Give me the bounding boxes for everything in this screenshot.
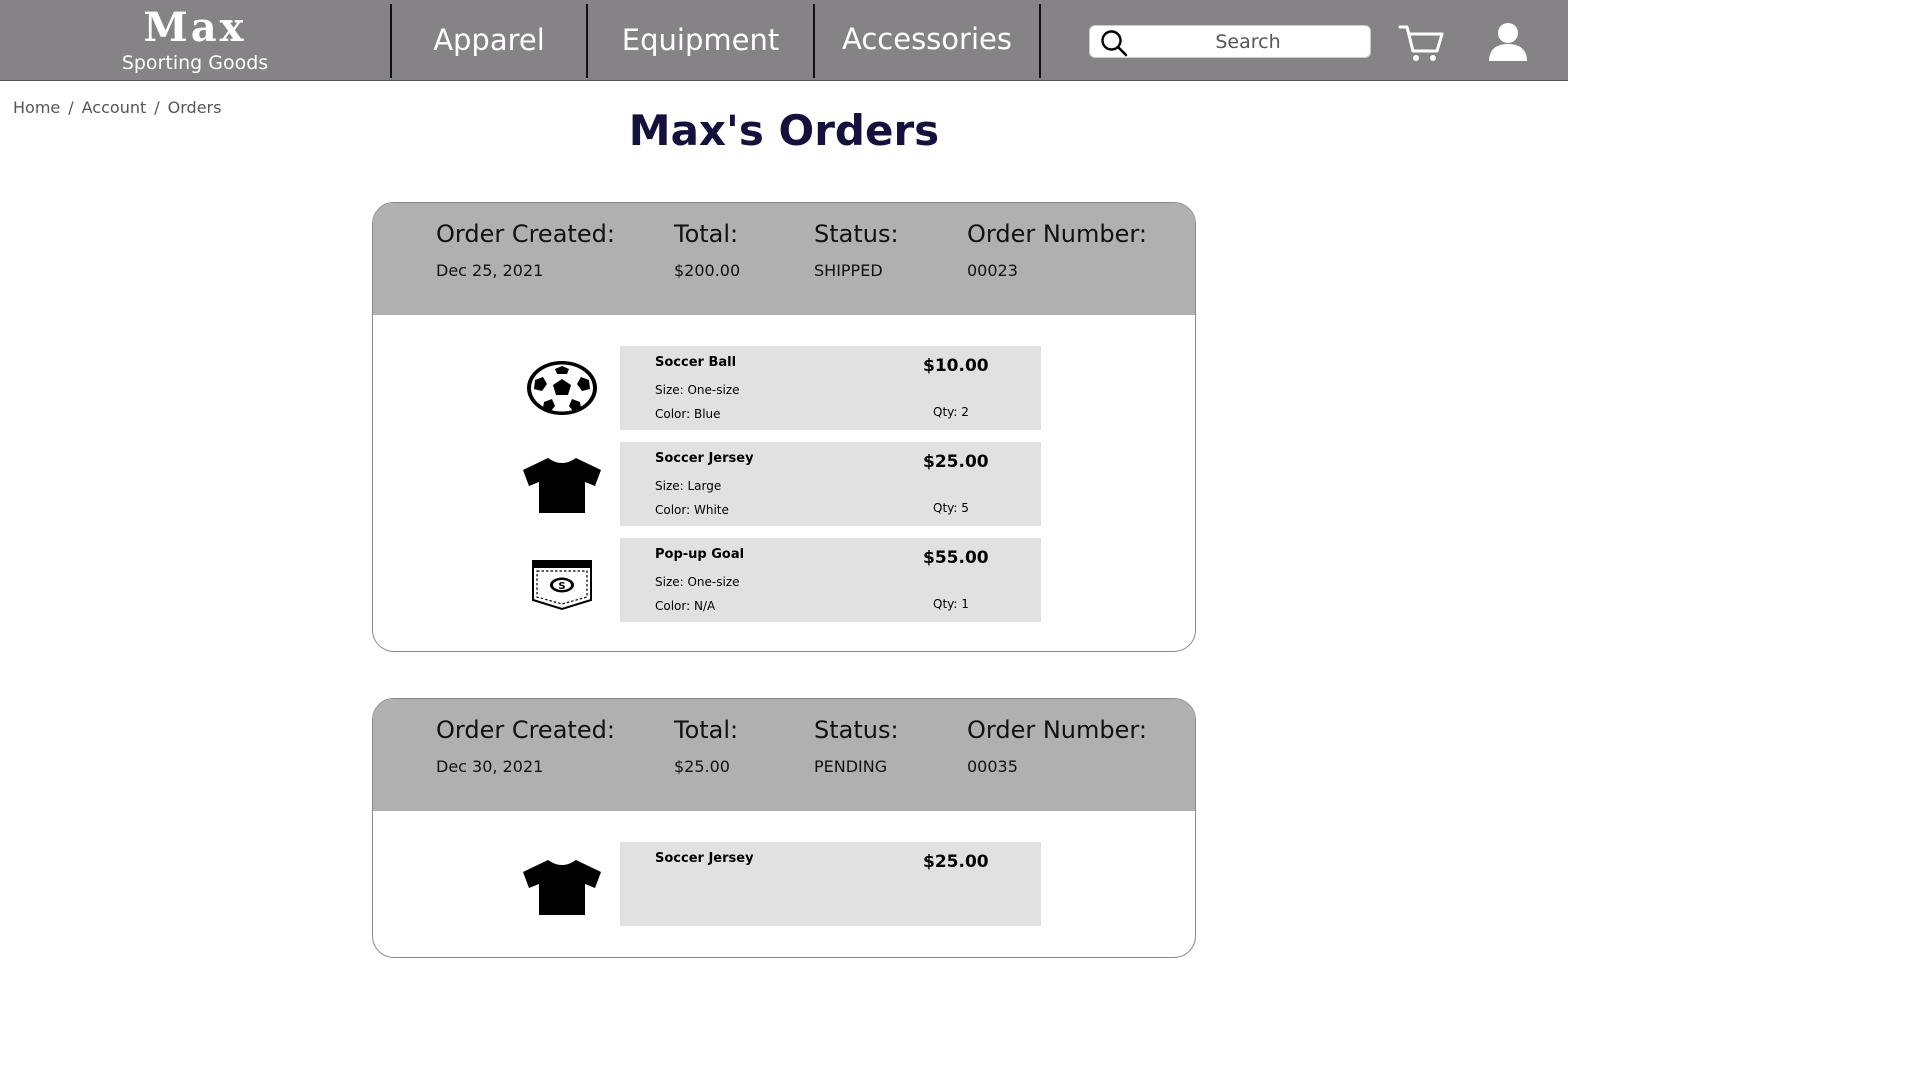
nav-divider xyxy=(1039,4,1041,78)
order-status-value: PENDING xyxy=(814,757,888,776)
soccer-ball-icon xyxy=(527,361,597,415)
order-number-label: Order Number: xyxy=(967,716,1147,744)
order-items: Soccer Jersey $25.00 xyxy=(373,811,1195,956)
item-size: Size: Large xyxy=(655,479,722,493)
search-box[interactable] xyxy=(1089,25,1371,58)
order-created-value: Dec 30, 2021 xyxy=(436,757,544,776)
item-color: Color: White xyxy=(655,503,729,517)
nav-item-apparel[interactable]: Apparel xyxy=(392,22,586,58)
order-status-column: Status: SHIPPED xyxy=(814,219,899,281)
order-created-label: Order Created: xyxy=(436,716,615,744)
order-item: Soccer Ball Size: One-size Color: Blue $… xyxy=(373,346,1195,430)
order-item: S Pop-up Goal Size: One-size Color: N/A … xyxy=(373,538,1195,622)
nav-item-equipment[interactable]: Equipment xyxy=(588,22,813,58)
top-navigation-bar: Max Sporting Goods Apparel Equipment Acc… xyxy=(0,0,1568,81)
item-price: $25.00 xyxy=(923,852,989,872)
item-quantity: Qty: 1 xyxy=(933,597,969,611)
search-icon[interactable] xyxy=(1100,29,1128,57)
t-shirt-icon xyxy=(523,860,601,915)
order-number-value: 00035 xyxy=(967,757,1018,776)
item-price: $10.00 xyxy=(923,356,989,376)
order-status-label: Status: xyxy=(814,220,899,248)
item-price: $25.00 xyxy=(923,452,989,472)
item-color: Color: Blue xyxy=(655,407,721,421)
order-item-details[interactable]: Soccer Jersey $25.00 xyxy=(620,842,1041,926)
order-number-column: Order Number: 00035 xyxy=(967,715,1147,777)
order-card: Order Created: Dec 25, 2021 Total: $200.… xyxy=(372,202,1196,652)
order-item-details[interactable]: Pop-up Goal Size: One-size Color: N/A $5… xyxy=(620,538,1041,622)
order-created-column: Order Created: Dec 25, 2021 xyxy=(436,219,615,281)
order-total-label: Total: xyxy=(674,220,739,248)
order-created-label: Order Created: xyxy=(436,220,615,248)
item-size: Size: One-size xyxy=(655,575,740,589)
item-price: $55.00 xyxy=(923,548,989,568)
order-item-details[interactable]: Soccer Jersey Size: Large Color: White $… xyxy=(620,442,1041,526)
svg-text:S: S xyxy=(558,581,565,592)
order-item-details[interactable]: Soccer Ball Size: One-size Color: Blue $… xyxy=(620,346,1041,430)
order-total-value: $25.00 xyxy=(674,757,730,776)
item-quantity: Qty: 5 xyxy=(933,501,969,515)
pop-up-goal-icon: S xyxy=(532,560,592,611)
order-total-label: Total: xyxy=(674,716,739,744)
item-name: Soccer Jersey xyxy=(655,451,754,466)
order-card: Order Created: Dec 30, 2021 Total: $25.0… xyxy=(372,698,1196,958)
order-total-column: Total: $200.00 xyxy=(674,219,740,281)
order-number-column: Order Number: 00023 xyxy=(967,219,1147,281)
brand-logo[interactable]: Max Sporting Goods xyxy=(100,8,290,75)
search-input[interactable] xyxy=(1134,29,1362,55)
order-total-column: Total: $25.00 xyxy=(674,715,738,777)
order-number-label: Order Number: xyxy=(967,220,1147,248)
item-size: Size: One-size xyxy=(655,383,740,397)
brand-tagline: Sporting Goods xyxy=(121,52,269,74)
t-shirt-icon xyxy=(523,458,601,513)
user-icon[interactable] xyxy=(1487,22,1529,62)
cart-icon[interactable] xyxy=(1398,22,1444,64)
order-number-value: 00023 xyxy=(967,261,1018,280)
brand-name: Max xyxy=(143,4,247,51)
order-header: Order Created: Dec 30, 2021 Total: $25.0… xyxy=(373,699,1195,811)
order-status-column: Status: PENDING xyxy=(814,715,899,777)
order-item: Soccer Jersey Size: Large Color: White $… xyxy=(373,442,1195,526)
item-name: Soccer Jersey xyxy=(655,851,754,866)
order-created-value: Dec 25, 2021 xyxy=(436,261,544,280)
order-item: Soccer Jersey $25.00 xyxy=(373,842,1195,926)
order-created-column: Order Created: Dec 30, 2021 xyxy=(436,715,615,777)
page-title: Max's Orders xyxy=(628,106,940,155)
order-status-value: SHIPPED xyxy=(814,261,883,280)
order-header: Order Created: Dec 25, 2021 Total: $200.… xyxy=(373,203,1195,315)
item-quantity: Qty: 2 xyxy=(933,405,969,419)
order-total-value: $200.00 xyxy=(674,261,741,280)
item-name: Soccer Ball xyxy=(655,355,737,370)
order-items: Soccer Ball Size: One-size Color: Blue $… xyxy=(373,315,1195,651)
order-status-label: Status: xyxy=(814,716,899,744)
nav-item-accessories[interactable]: Accessories xyxy=(815,21,1039,57)
item-color: Color: N/A xyxy=(655,599,716,613)
item-name: Pop-up Goal xyxy=(655,547,745,562)
